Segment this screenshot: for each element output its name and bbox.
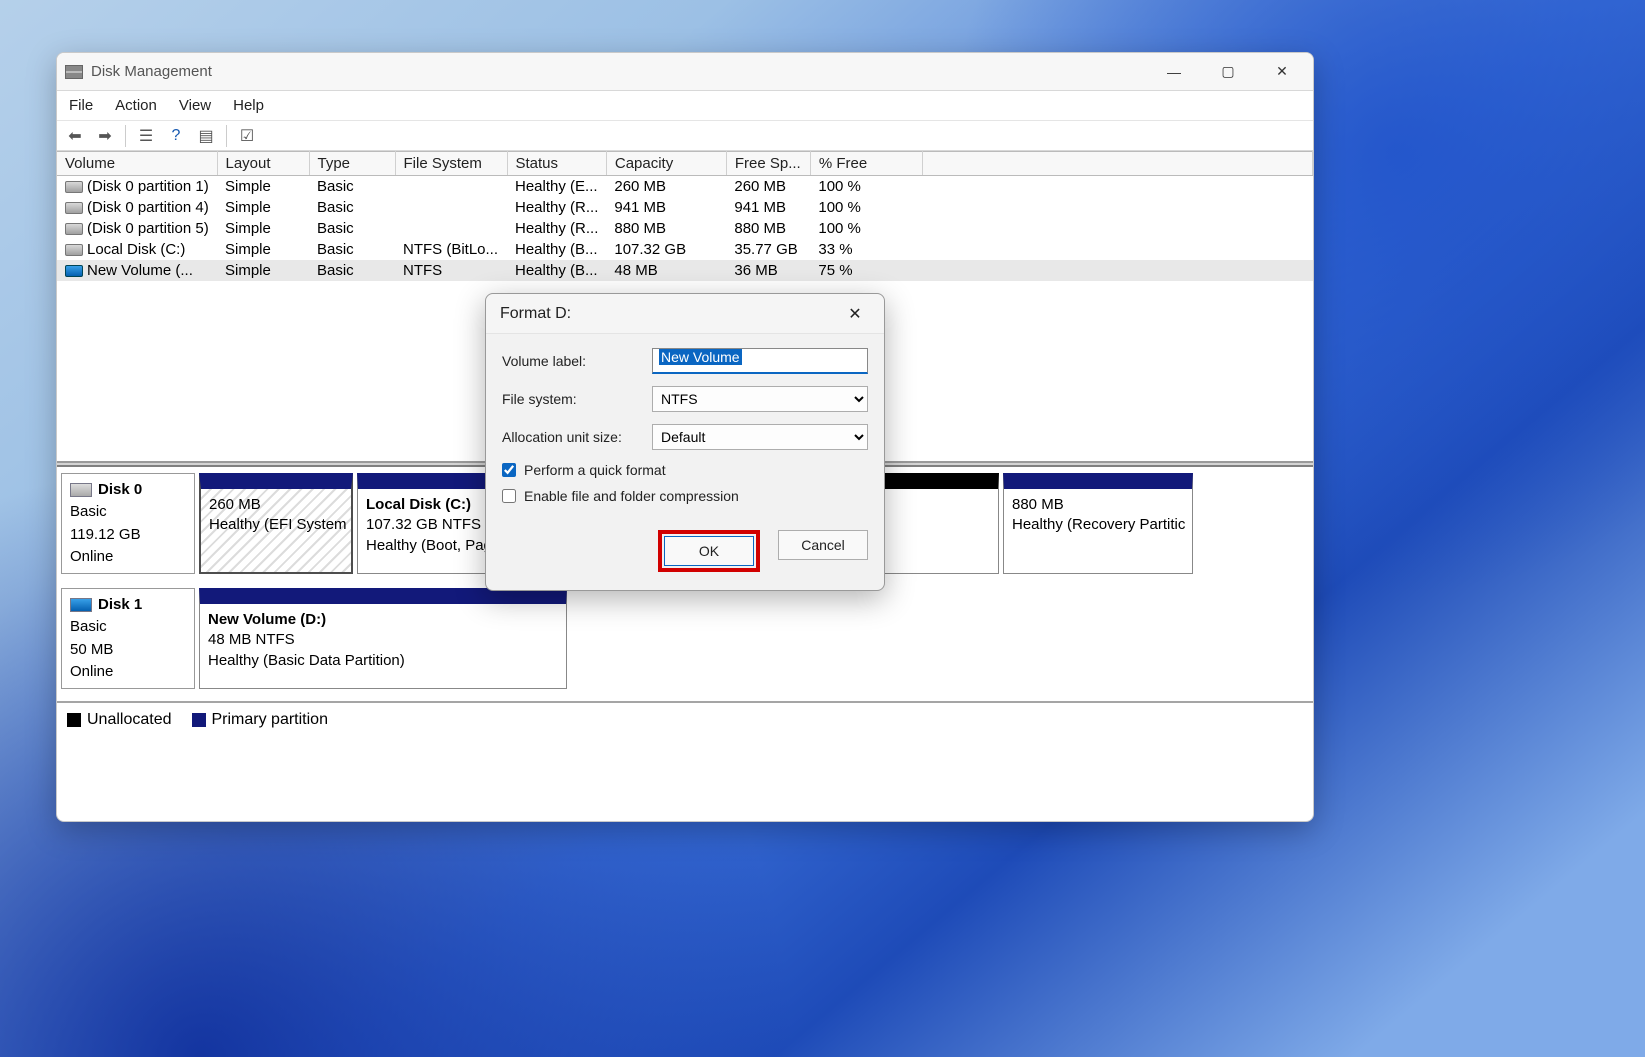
partition-block[interactable]: 260 MBHealthy (EFI System	[199, 473, 353, 574]
toolbar-sep2	[226, 125, 227, 147]
menu-help[interactable]: Help	[231, 95, 266, 116]
menu-file[interactable]: File	[67, 95, 95, 116]
legend-unallocated: Unallocated	[67, 711, 172, 729]
disk-name: Disk 1	[98, 595, 142, 615]
disk-name: Disk 0	[98, 480, 142, 500]
compression-checkbox[interactable]	[502, 489, 516, 503]
toolbar-sep	[125, 125, 126, 147]
table-row[interactable]: Local Disk (C:)SimpleBasicNTFS (BitLo...…	[57, 239, 1313, 260]
quick-format-checkbox[interactable]	[502, 463, 516, 477]
compression-label: Enable file and folder compression	[524, 488, 739, 504]
legend-primary: Primary partition	[192, 711, 328, 729]
disk-type: Basic	[70, 502, 186, 522]
disk-row: Disk 1Basic 50 MBOnline New Volume (D:)48 …	[59, 586, 1311, 691]
ok-button[interactable]: OK	[664, 536, 754, 566]
list-icon[interactable]: ☑	[235, 124, 259, 148]
help-button[interactable]: ?	[164, 124, 188, 148]
disk-state: Online	[70, 662, 186, 682]
drive-icon	[65, 202, 83, 214]
menu-view[interactable]: View	[177, 95, 213, 116]
drive-icon	[65, 244, 83, 256]
disk-state: Online	[70, 547, 186, 567]
app-icon	[65, 65, 83, 79]
col-type[interactable]: Type	[309, 152, 395, 176]
col-spacer	[922, 152, 1312, 176]
volume-label-label: Volume label:	[502, 353, 652, 369]
disk-icon	[70, 483, 92, 497]
col-pctfree[interactable]: % Free	[810, 152, 922, 176]
drive-icon	[65, 223, 83, 235]
partition-block[interactable]: 880 MBHealthy (Recovery Partitic	[1003, 473, 1193, 574]
drive-icon	[65, 265, 83, 277]
filesystem-select[interactable]: NTFS	[652, 386, 868, 412]
filesystem-label: File system:	[502, 391, 652, 407]
quick-format-label: Perform a quick format	[524, 462, 666, 478]
table-header-row[interactable]: Volume Layout Type File System Status Ca…	[57, 152, 1313, 176]
dialog-body: Volume label: New Volume File system: NT…	[486, 334, 884, 590]
legend: Unallocated Primary partition	[57, 701, 1313, 737]
disk-size: 119.12 GB	[70, 525, 186, 545]
disk-icon	[70, 598, 92, 612]
disk-label-panel[interactable]: Disk 0Basic 119.12 GBOnline	[61, 473, 195, 574]
ok-highlight: OK	[658, 530, 760, 572]
window-title: Disk Management	[91, 63, 1143, 80]
allocation-select[interactable]: Default	[652, 424, 868, 450]
drive-icon	[65, 181, 83, 193]
cancel-button[interactable]: Cancel	[778, 530, 868, 560]
back-button[interactable]: ⬅	[63, 124, 87, 148]
dialog-titlebar: Format D: ✕	[486, 294, 884, 334]
volume-label-input[interactable]: New Volume	[652, 348, 868, 374]
titlebar: Disk Management — ▢ ✕	[57, 53, 1313, 91]
col-capacity[interactable]: Capacity	[606, 152, 726, 176]
settings-icon[interactable]: ▤	[194, 124, 218, 148]
swatch-primary	[192, 713, 206, 727]
table-row[interactable]: (Disk 0 partition 4)SimpleBasicHealthy (…	[57, 197, 1313, 218]
col-free[interactable]: Free Sp...	[726, 152, 810, 176]
menu-action[interactable]: Action	[113, 95, 159, 116]
dialog-close-button[interactable]: ✕	[840, 299, 870, 329]
minimize-button[interactable]: —	[1151, 53, 1197, 91]
disk-partitions: New Volume (D:)48 MB NTFSHealthy (Basic …	[199, 588, 1309, 689]
col-volume[interactable]: Volume	[57, 152, 217, 176]
close-button[interactable]: ✕	[1259, 53, 1305, 91]
table-row[interactable]: New Volume (...SimpleBasicNTFSHealthy (B…	[57, 260, 1313, 281]
menubar: File Action View Help	[57, 91, 1313, 121]
table-row[interactable]: (Disk 0 partition 1)SimpleBasicHealthy (…	[57, 176, 1313, 198]
col-layout[interactable]: Layout	[217, 152, 309, 176]
table-row[interactable]: (Disk 0 partition 5)SimpleBasicHealthy (…	[57, 218, 1313, 239]
format-dialog: Format D: ✕ Volume label: New Volume Fil…	[485, 293, 885, 591]
col-status[interactable]: Status	[507, 152, 606, 176]
toolbar: ⬅ ➡ ☰ ? ▤ ☑	[57, 121, 1313, 151]
swatch-unallocated	[67, 713, 81, 727]
allocation-label: Allocation unit size:	[502, 429, 652, 445]
partition-block[interactable]: New Volume (D:)48 MB NTFSHealthy (Basic …	[199, 588, 567, 689]
forward-button[interactable]: ➡	[93, 124, 117, 148]
show-hide-tree-button[interactable]: ☰	[134, 124, 158, 148]
disk-size: 50 MB	[70, 640, 186, 660]
volume-table[interactable]: Volume Layout Type File System Status Ca…	[57, 151, 1313, 281]
dialog-title: Format D:	[500, 305, 571, 323]
maximize-button[interactable]: ▢	[1205, 53, 1251, 91]
disk-label-panel[interactable]: Disk 1Basic 50 MBOnline	[61, 588, 195, 689]
col-filesystem[interactable]: File System	[395, 152, 507, 176]
disk-type: Basic	[70, 617, 186, 637]
